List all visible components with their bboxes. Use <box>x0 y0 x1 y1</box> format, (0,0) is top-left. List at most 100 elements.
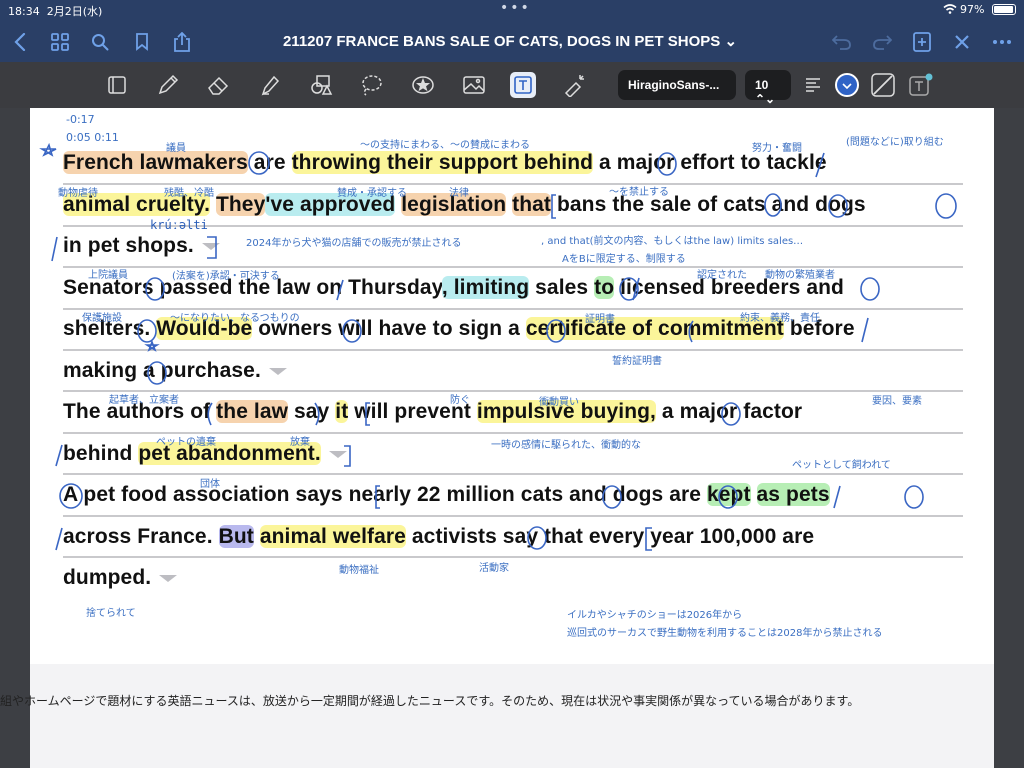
annotation-note: 2024年から犬や猫の店舗での販売が禁止される <box>246 238 462 249</box>
highlight: throwing their support behind <box>291 151 594 174</box>
fill-color-icon[interactable] <box>870 72 896 98</box>
highlight: , limiting <box>441 276 530 299</box>
rule-line <box>63 390 963 392</box>
highlight: animal welfare <box>259 525 406 548</box>
annotation-note: 衝動買い <box>539 397 579 408</box>
status-time: 18:34 2月2日(水) <box>8 5 103 18</box>
highlight: that <box>512 193 552 216</box>
annotation-note: 団体 <box>200 479 220 490</box>
collapse-triangle-icon[interactable] <box>328 451 347 458</box>
annotation-note: 起草者、立案者 <box>109 395 179 406</box>
handwritten-pronunciation: krúːəlti <box>150 218 208 232</box>
multitasking-dots-icon[interactable]: ••• <box>500 0 531 16</box>
annotation-note: 法律 <box>449 188 469 199</box>
collapse-triangle-icon[interactable] <box>268 368 287 375</box>
lasso-icon[interactable] <box>359 72 385 98</box>
redo-icon[interactable] <box>870 30 894 54</box>
annotation-note: 認定された <box>697 270 747 281</box>
rule-line <box>63 473 963 475</box>
annotation-note: 防ぐ <box>450 395 470 406</box>
annotation-note: 証明書 <box>585 314 615 325</box>
rule-line <box>63 515 963 517</box>
rule-line <box>63 556 963 558</box>
tools-toolbar: HiraginoSans-... 10 ⌃⌄ <box>0 62 1024 108</box>
article-line-1: French lawmakers are throwing their supp… <box>63 151 827 174</box>
highlighter-icon[interactable] <box>257 72 283 98</box>
annotation-note: 〜を禁止する <box>609 187 669 198</box>
highlight: kept <box>707 483 751 506</box>
more-icon[interactable] <box>990 30 1014 54</box>
text-color-icon[interactable] <box>834 72 860 98</box>
article-line-9: A pet food association says nearly 22 mi… <box>63 483 830 506</box>
undo-icon[interactable] <box>830 30 854 54</box>
annotation-note: 捨てられて <box>86 608 136 619</box>
laser-pointer-icon[interactable] <box>561 72 587 98</box>
annotation-note: 議員 <box>166 143 186 154</box>
annotation-note: 放棄 <box>290 437 310 448</box>
reader-mode-icon[interactable] <box>104 72 130 98</box>
annotation-note: 保護施設 <box>82 313 122 324</box>
annotation-note: ペットの遺棄 <box>156 437 216 448</box>
annotation-note: AをBに限定する、制限する <box>562 254 686 265</box>
annotation-note: (問題などに)取り組む <box>846 137 944 148</box>
annotation-note: 動物福祉 <box>339 565 379 576</box>
highlight: They <box>215 193 266 216</box>
annotation-note: 賛成・承認する <box>337 188 407 199</box>
article-line-3: in pet shops. <box>63 234 220 258</box>
sticker-icon[interactable] <box>410 72 436 98</box>
image-icon[interactable] <box>461 72 487 98</box>
article-line-11: dumped. <box>63 566 178 590</box>
back-icon[interactable] <box>8 30 32 54</box>
annotation-note: (法案を)承認・可決する <box>172 271 280 282</box>
annotation-note: 約束、義務、責任 <box>740 313 820 324</box>
rule-line <box>63 349 963 351</box>
battery-percent: 97% <box>960 3 985 16</box>
eraser-icon[interactable] <box>206 72 232 98</box>
share-icon[interactable] <box>170 30 194 54</box>
annotation-note: 上院議員 <box>88 270 128 281</box>
wifi-icon <box>943 3 961 16</box>
close-icon[interactable] <box>950 30 974 54</box>
shapes-icon[interactable] <box>308 72 334 98</box>
highlight: But <box>218 525 254 548</box>
collapse-triangle-icon[interactable] <box>159 575 178 582</box>
article-line-6: making a purchase. <box>63 359 287 383</box>
search-icon[interactable] <box>88 30 112 54</box>
grid-icon[interactable] <box>48 30 72 54</box>
collapse-triangle-icon[interactable] <box>201 243 220 250</box>
text-tool-icon[interactable] <box>510 72 536 98</box>
annotation-note: ペットとして飼われて <box>792 460 891 471</box>
page-gap <box>30 664 994 768</box>
font-size-selector[interactable]: 10 ⌃⌄ <box>745 70 791 106</box>
annotation-note: 〜になりたい、なるつもりの <box>170 313 300 324</box>
bookmark-icon[interactable] <box>130 30 154 54</box>
pen-icon[interactable] <box>155 72 181 98</box>
text-align-icon[interactable] <box>800 72 826 98</box>
font-selector[interactable]: HiraginoSans-... <box>618 70 736 100</box>
annotation-note: 誓約証明書 <box>612 356 662 367</box>
highlight: as pets <box>756 483 830 506</box>
add-page-icon[interactable] <box>910 30 934 54</box>
article-line-10: across France. But animal welfare activi… <box>63 525 815 548</box>
status-bar: 18:34 2月2日(水) ••• 97% <box>0 0 1024 22</box>
highlight: to <box>594 276 615 299</box>
annotation-note: 動物虐待 <box>58 188 98 199</box>
annotation-note: 残酷、冷酷 <box>164 188 214 199</box>
document-title[interactable]: 211207 FRANCE BANS SALE OF CATS, DOGS IN… <box>220 32 800 50</box>
nav-bar: 211207 FRANCE BANS SALE OF CATS, DOGS IN… <box>0 22 1024 62</box>
annotation-note: , and that(前文の内容、もしくはthe law) limits sal… <box>541 236 804 247</box>
annotation-note: 要因、要素 <box>872 396 922 407</box>
text-style-icon[interactable] <box>908 72 934 98</box>
timecode-range: 0:05 0:11 <box>66 131 119 144</box>
annotation-note: 努力・奮闘 <box>752 143 802 154</box>
annotation-note: 動物の繁殖業者 <box>765 270 835 281</box>
left-margin <box>0 108 30 768</box>
highlight: French lawmakers <box>63 151 248 174</box>
annotation-note: 〜の支持にまわる、〜の賛成にまわる <box>360 140 530 151</box>
highlight: the law <box>216 400 289 423</box>
status-right: 97% <box>943 3 1016 16</box>
right-margin <box>994 108 1024 768</box>
footer-disclaimer: 組やホームページで題材にする英語ニュースは、放送から一定期間が経過したニュースで… <box>0 694 860 708</box>
annotation-note: 活動家 <box>479 563 509 574</box>
timecode-remaining: -0:17 <box>66 113 95 126</box>
